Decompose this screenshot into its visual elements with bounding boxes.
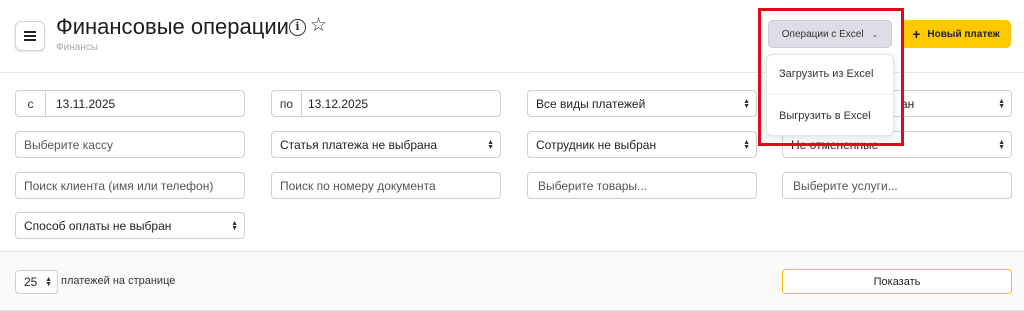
date-from-prefix: с — [16, 91, 46, 116]
excel-operations-button[interactable]: Операции с Excel ⌄ — [768, 20, 892, 48]
page-title: Финансовые операции — [56, 14, 289, 39]
date-to-field[interactable]: по 13.12.2025 — [271, 90, 501, 117]
per-page-value: 25 — [24, 275, 38, 289]
document-search-input[interactable]: Поиск по номеру документа — [271, 172, 501, 199]
date-from-value[interactable]: 13.11.2025 — [46, 97, 115, 111]
payment-item-value: Статья платежа не выбрана — [280, 137, 438, 152]
menu-toggle-button[interactable] — [15, 21, 45, 51]
date-from-field[interactable]: с 13.11.2025 — [15, 90, 245, 117]
breadcrumb[interactable]: Финансы — [56, 42, 98, 53]
select-arrows-icon: ▲ ▼ — [743, 139, 750, 151]
chevron-down-icon: ⌄ — [871, 29, 879, 39]
employee-select[interactable]: Сотрудник не выбран ▲ ▼ — [527, 131, 757, 158]
client-search-input[interactable]: Поиск клиента (имя или телефон) — [15, 172, 245, 199]
services-select[interactable]: Выберите услуги... — [782, 172, 1012, 199]
select-arrows-icon: ▲ ▼ — [231, 220, 238, 232]
date-to-value[interactable]: 13.12.2025 — [302, 97, 368, 111]
show-button[interactable]: Показать — [782, 269, 1012, 294]
payment-method-select[interactable]: Способ оплаты не выбран ▲ ▼ — [15, 212, 245, 239]
plus-icon: + — [912, 26, 921, 42]
services-placeholder: Выберите услуги... — [793, 178, 898, 193]
excel-operations-label: Операции с Excel — [781, 28, 864, 40]
new-payment-button[interactable]: + Новый платеж — [901, 20, 1011, 48]
select-arrows-icon: ▲ ▼ — [487, 139, 494, 151]
payment-types-value: Все виды платежей — [536, 96, 646, 111]
cashbox-select[interactable]: Выберите кассу — [15, 131, 245, 158]
per-page-label: платежей на странице — [61, 275, 176, 287]
payment-method-value: Способ оплаты не выбран — [24, 218, 172, 233]
payment-item-select[interactable]: Статья платежа не выбрана ▲ ▼ — [271, 131, 501, 158]
date-to-prefix: по — [272, 91, 302, 116]
pagination-bar: 25 ▲ ▼ платежей на странице Показать — [0, 251, 1024, 311]
cashbox-placeholder: Выберите кассу — [24, 137, 113, 152]
select-arrows-icon: ▲ ▼ — [998, 98, 1005, 110]
menu-divider — [767, 94, 893, 95]
goods-placeholder: Выберите товары... — [538, 178, 648, 193]
hamburger-icon — [24, 31, 36, 41]
import-from-excel-item[interactable]: Загрузить из Excel — [779, 68, 873, 80]
select-arrows-icon: ▲ ▼ — [45, 276, 52, 288]
employee-value: Сотрудник не выбран — [536, 137, 657, 152]
export-to-excel-item[interactable]: Выгрузить в Excel — [779, 110, 871, 122]
document-search-placeholder: Поиск по номеру документа — [280, 178, 436, 193]
client-search-placeholder: Поиск клиента (имя или телефон) — [24, 178, 214, 193]
new-payment-label: Новый платеж — [927, 28, 1000, 40]
select-arrows-icon: ▲ ▼ — [743, 98, 750, 110]
star-icon[interactable]: ☆ — [310, 15, 327, 37]
goods-select[interactable]: Выберите товары... — [527, 172, 757, 199]
select-arrows-icon: ▲ ▼ — [998, 139, 1005, 151]
excel-dropdown-menu: Загрузить из Excel Выгрузить в Excel — [766, 54, 894, 136]
cancel-status-value: Не отмененные — [791, 137, 879, 152]
info-icon[interactable]: i — [289, 19, 306, 36]
per-page-select[interactable]: 25 ▲ ▼ — [15, 270, 58, 294]
payment-types-select[interactable]: Все виды платежей ▲ ▼ — [527, 90, 757, 117]
